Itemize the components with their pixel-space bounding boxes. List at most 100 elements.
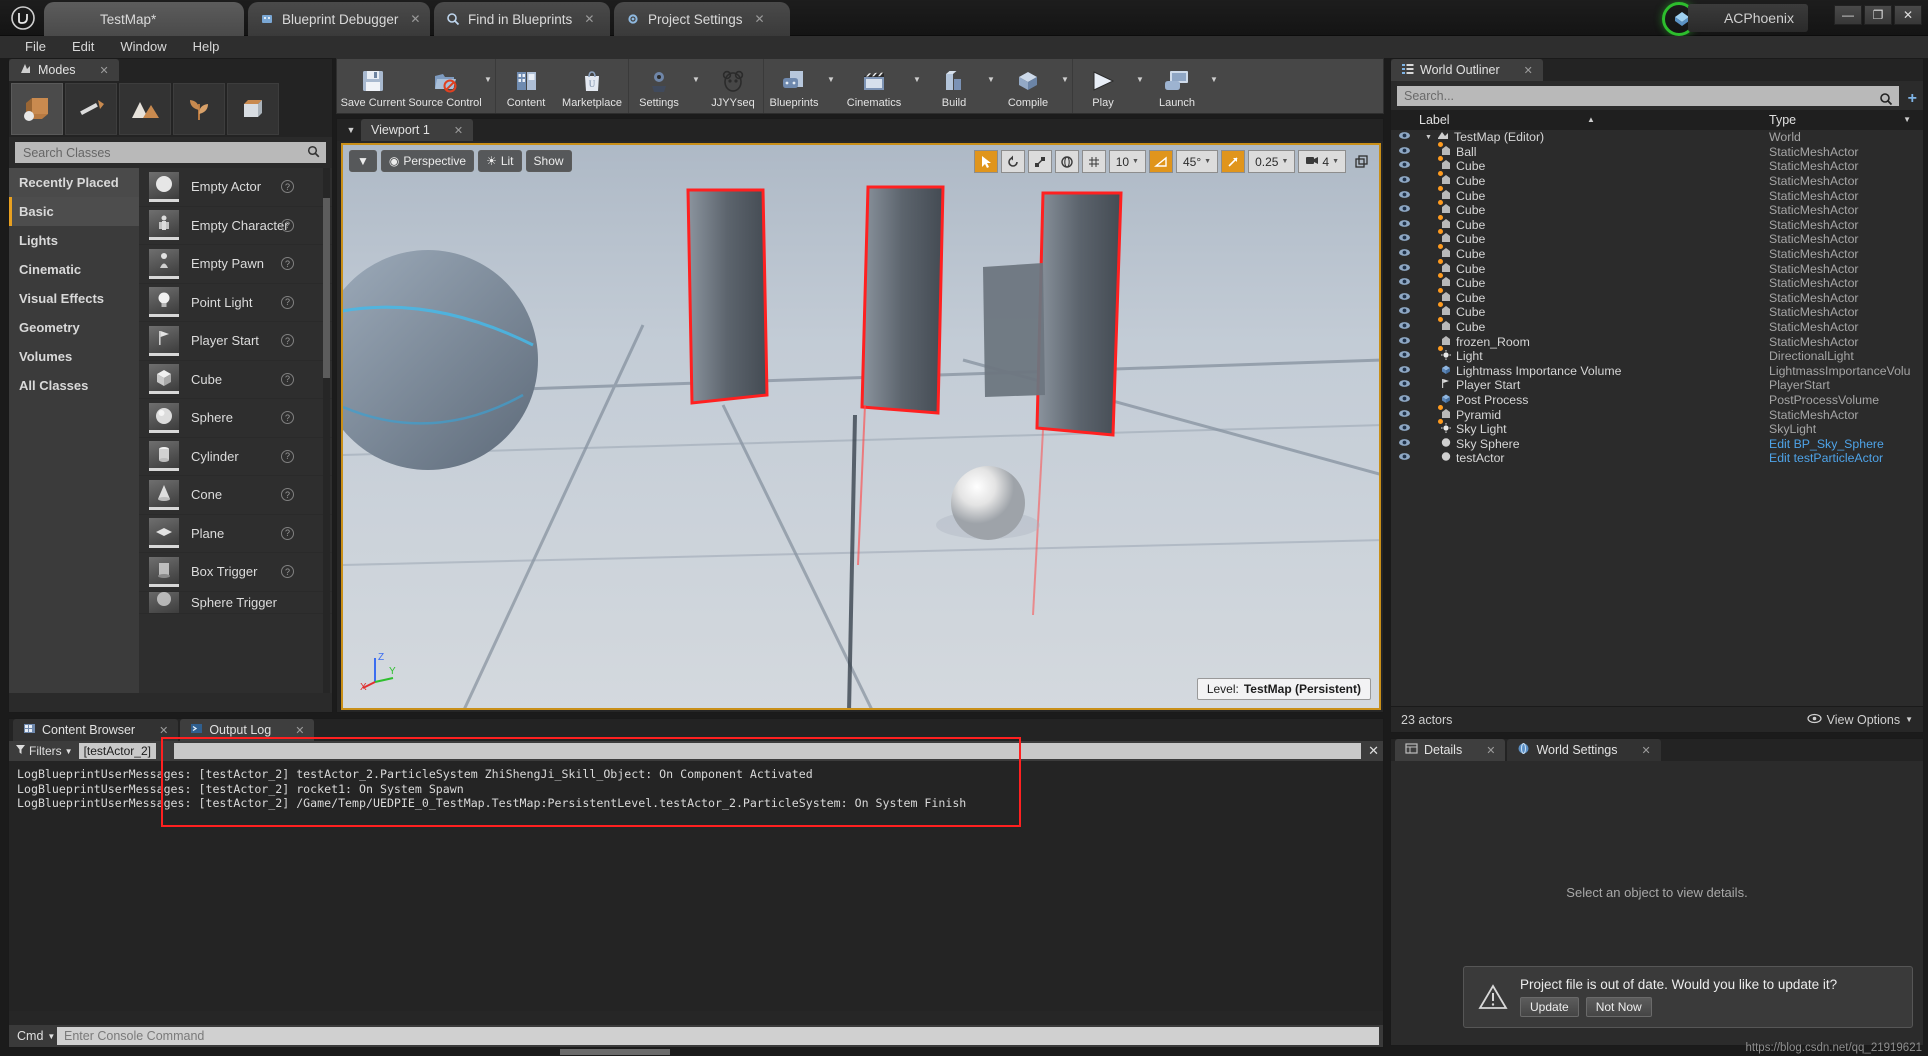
not-now-button[interactable]: Not Now	[1585, 997, 1652, 1017]
outliner-row[interactable]: ▼ TestMap (Editor) World	[1391, 130, 1923, 145]
category-all-classes[interactable]: All Classes	[9, 371, 139, 400]
chevron-down-icon[interactable]: ▼	[341, 119, 361, 141]
settings-button[interactable]: Settings	[629, 59, 689, 113]
blueprints-button[interactable]: Blueprints	[764, 59, 824, 113]
tab-testmap[interactable]: TestMap*	[44, 2, 244, 36]
help-icon[interactable]: ?	[281, 295, 294, 309]
help-icon[interactable]: ?	[281, 180, 294, 194]
help-icon[interactable]: ?	[281, 526, 294, 540]
sort-ascending-icon[interactable]: ▲	[1587, 115, 1595, 124]
close-button[interactable]: ✕	[1894, 5, 1922, 25]
outliner-row[interactable]: Cube StaticMeshActor	[1391, 214, 1923, 233]
outliner-row[interactable]: Ball StaticMeshActor	[1391, 141, 1923, 160]
category-cinematic[interactable]: Cinematic	[9, 255, 139, 284]
tab-modes[interactable]: Modes ✕	[9, 59, 119, 81]
show-dropdown[interactable]: Show	[525, 150, 572, 172]
chevron-down-icon[interactable]: ▼	[910, 59, 924, 113]
outliner-row[interactable]: Player Start PlayerStart	[1391, 378, 1923, 393]
category-geometry[interactable]: Geometry	[9, 313, 139, 342]
visibility-eye-icon[interactable]	[1397, 175, 1411, 187]
outliner-row[interactable]: Sky Sphere Edit BP_Sky_Sphere	[1391, 436, 1923, 451]
outliner-search-input[interactable]: Search...	[1397, 86, 1899, 106]
view-options-button[interactable]: View Options ▼	[1807, 713, 1913, 727]
menu-help[interactable]: Help	[180, 36, 233, 58]
column-label[interactable]: Label	[1419, 113, 1450, 127]
mode-place-button[interactable]	[11, 83, 63, 135]
list-item[interactable]: Box Trigger ?	[139, 553, 332, 592]
source-control-button[interactable]: Source Control	[408, 59, 482, 113]
outliner-row[interactable]: Cube StaticMeshActor	[1391, 244, 1923, 262]
mode-foliage-button[interactable]	[173, 83, 225, 135]
outliner-row[interactable]: Cube StaticMeshActor	[1391, 258, 1923, 276]
visibility-eye-icon[interactable]	[1397, 263, 1411, 275]
visibility-eye-icon[interactable]	[1397, 379, 1411, 391]
outliner-row[interactable]: Cube StaticMeshActor	[1391, 317, 1923, 335]
tab-world-settings[interactable]: World Settings ✕	[1507, 739, 1661, 761]
add-filter-icon[interactable]: +	[1908, 90, 1917, 108]
update-button[interactable]: Update	[1520, 997, 1579, 1017]
chevron-down-icon[interactable]: ▼	[1207, 59, 1221, 113]
log-output-area[interactable]: LogBlueprintUserMessages: [testActor_2] …	[9, 761, 1383, 1011]
visibility-eye-icon[interactable]	[1397, 321, 1411, 333]
search-classes-input[interactable]: Search Classes	[15, 142, 326, 163]
close-icon[interactable]: ✕	[100, 64, 109, 77]
outliner-row[interactable]: Cube StaticMeshActor	[1391, 156, 1923, 174]
mode-landscape-button[interactable]	[119, 83, 171, 135]
help-icon[interactable]: ?	[281, 257, 294, 271]
maximize-button[interactable]: ❐	[1864, 5, 1892, 25]
outliner-row[interactable]: Cube StaticMeshActor	[1391, 171, 1923, 189]
close-icon[interactable]: ✕	[1642, 744, 1651, 757]
list-item[interactable]: Point Light ?	[139, 284, 332, 322]
column-options-icon[interactable]: ▼	[1903, 115, 1911, 124]
outliner-row[interactable]: Cube StaticMeshActor	[1391, 200, 1923, 218]
list-item[interactable]: Sphere Trigger	[139, 591, 332, 614]
help-icon[interactable]: ?	[281, 411, 294, 425]
chevron-down-icon[interactable]: ▼	[1058, 59, 1072, 113]
list-item[interactable]: Empty Character ?	[139, 207, 332, 245]
chevron-down-icon[interactable]: ▼	[824, 59, 838, 113]
list-item[interactable]: Plane ?	[139, 515, 332, 553]
chevron-down-icon[interactable]: ▼	[1133, 59, 1147, 113]
outliner-row[interactable]: Sky Light SkyLight	[1391, 419, 1923, 437]
list-item[interactable]: Empty Actor ?	[139, 168, 332, 207]
visibility-eye-icon[interactable]	[1397, 131, 1411, 143]
outliner-row[interactable]: Cube StaticMeshActor	[1391, 273, 1923, 291]
visibility-eye-icon[interactable]	[1397, 190, 1411, 202]
visibility-eye-icon[interactable]	[1397, 204, 1411, 216]
list-item[interactable]: Player Start ?	[139, 322, 332, 361]
tab-details[interactable]: Details ✕	[1395, 739, 1506, 761]
visibility-eye-icon[interactable]	[1397, 394, 1411, 406]
tab-viewport-1[interactable]: Viewport 1 ✕	[361, 119, 474, 141]
visibility-eye-icon[interactable]	[1397, 292, 1411, 304]
horizontal-scrollbar-thumb[interactable]	[560, 1049, 670, 1055]
close-icon[interactable]: ✕	[755, 12, 765, 26]
active-filter-chip[interactable]: [testActor_2]	[78, 743, 156, 759]
outliner-row[interactable]: frozen_Room StaticMeshActor	[1391, 334, 1923, 349]
marketplace-button[interactable]: U Marketplace	[556, 59, 628, 113]
list-item[interactable]: Empty Pawn ?	[139, 245, 332, 284]
close-icon[interactable]: ✕	[295, 724, 304, 737]
list-item[interactable]: Sphere ?	[139, 399, 332, 438]
tab-content-browser[interactable]: Content Browser ✕	[13, 719, 179, 741]
build-button[interactable]: Build	[924, 59, 984, 113]
category-volumes[interactable]: Volumes	[9, 342, 139, 371]
visibility-eye-icon[interactable]	[1397, 146, 1411, 158]
save-current-button[interactable]: Save Current	[337, 59, 409, 113]
tab-world-outliner[interactable]: World Outliner ✕	[1391, 59, 1543, 81]
help-icon[interactable]: ?	[281, 449, 294, 463]
tab-find-in-blueprints[interactable]: Find in Blueprints ✕	[434, 2, 610, 36]
close-icon[interactable]: ✕	[454, 124, 463, 137]
search-icon[interactable]	[1879, 92, 1893, 109]
visibility-eye-icon[interactable]	[1397, 248, 1411, 260]
close-icon[interactable]: ✕	[1486, 744, 1495, 757]
list-item[interactable]: Cylinder ?	[139, 438, 332, 476]
lit-dropdown[interactable]: ☀ Lit	[478, 150, 522, 172]
visibility-eye-icon[interactable]	[1397, 452, 1411, 464]
tab-blueprint-debugger[interactable]: Blueprint Debugger ✕	[248, 2, 430, 36]
help-icon[interactable]: ?	[281, 488, 294, 502]
help-icon[interactable]: ?	[281, 372, 294, 386]
outliner-row[interactable]: Pyramid StaticMeshActor	[1391, 404, 1923, 422]
outliner-row[interactable]: Post Process PostProcessVolume	[1391, 393, 1923, 408]
chevron-down-icon[interactable]: ▼	[481, 59, 495, 113]
outliner-row[interactable]: Light DirectionalLight	[1391, 346, 1923, 364]
